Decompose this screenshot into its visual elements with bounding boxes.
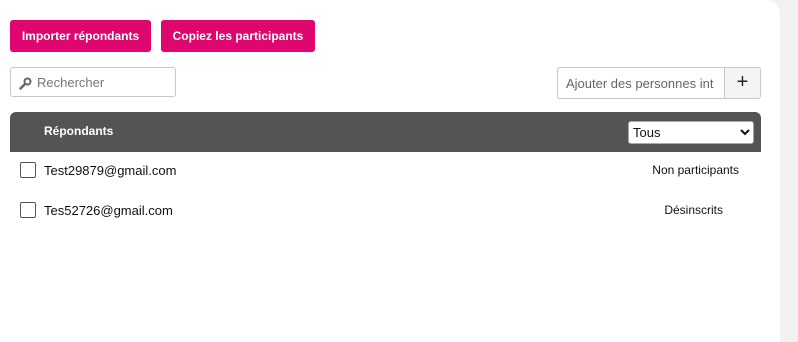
main-panel: Importer répondants Copiez les participa… [0,0,780,342]
respondent-status: Désinscrits [664,203,723,217]
respondent-email: Tes52726@gmail.com [44,203,173,218]
row-checkbox[interactable] [20,202,36,218]
search-input[interactable] [37,72,171,92]
status-filter-select[interactable]: Tous [628,121,754,144]
add-people-field[interactable] [557,67,725,99]
respondent-status: Non participants [652,163,739,177]
add-people-input[interactable] [566,74,724,92]
plus-icon: + [736,71,749,93]
search-field[interactable] [10,67,176,97]
copy-participants-button[interactable]: Copiez les participants [161,20,315,52]
respondent-email: Test29879@gmail.com [44,163,177,178]
row-checkbox[interactable] [20,162,36,178]
add-person-button[interactable]: + [724,67,761,99]
import-respondents-button[interactable]: Importer répondants [10,20,151,52]
respondents-column-title: Répondants [44,124,114,138]
table-header: Répondants Tous [10,112,761,152]
search-icon [19,76,33,90]
table-row: Tes52726@gmail.com Désinscrits [10,202,761,242]
table-row: Test29879@gmail.com Non participants [10,162,761,202]
